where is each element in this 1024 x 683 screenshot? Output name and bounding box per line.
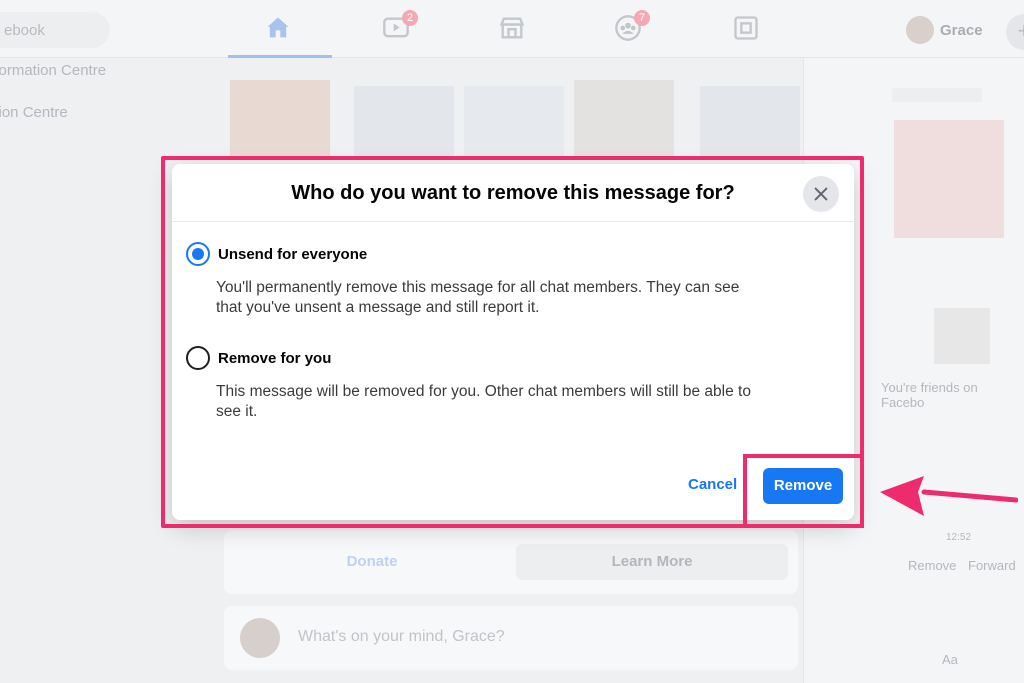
watch-badge: 2: [402, 10, 418, 26]
donate-button[interactable]: Donate: [234, 544, 510, 580]
learn-more-button[interactable]: Learn More: [516, 544, 788, 580]
option-description-line: see it.: [216, 403, 258, 420]
story-thumbnail[interactable]: [230, 80, 330, 160]
option-description-line: that you've unsent a message and still r…: [216, 299, 540, 316]
profile-name: Grace: [940, 21, 983, 39]
groups-icon[interactable]: 7: [614, 10, 650, 42]
groups-badge: 7: [634, 10, 650, 26]
marketplace-icon[interactable]: [498, 14, 530, 42]
composer-placeholder: What's on your mind, Grace?: [298, 628, 505, 645]
option-description-line: You'll permanently remove this message f…: [216, 279, 740, 296]
post-card: Donate Learn More: [224, 530, 798, 594]
forward-action[interactable]: Forward: [968, 558, 1016, 573]
chat-time: 12:52: [946, 532, 972, 543]
dialog-title: Who do you want to remove this message f…: [291, 182, 735, 204]
cancel-button[interactable]: Cancel: [688, 476, 737, 493]
sidebar-item-information-centre-2[interactable]: ation Centre: [0, 104, 68, 121]
chat-image[interactable]: [894, 120, 1004, 238]
close-button[interactable]: [803, 176, 839, 212]
chat-header-text: [892, 88, 982, 102]
search-text: ebook: [4, 22, 45, 39]
message-input-placeholder[interactable]: Aa: [942, 652, 958, 667]
remove-message-dialog: Who do you want to remove this message f…: [172, 164, 854, 520]
option-label[interactable]: Unsend for everyone: [218, 246, 367, 263]
remove-button[interactable]: Remove: [763, 468, 843, 504]
avatar: [934, 308, 990, 364]
radio-unsend-for-everyone[interactable]: [186, 242, 210, 266]
watch-icon[interactable]: 2: [382, 10, 418, 42]
story-thumbnail[interactable]: [700, 86, 800, 156]
home-icon[interactable]: [264, 14, 296, 42]
sidebar-item-information-centre-1[interactable]: nformation Centre: [0, 62, 106, 79]
arrow-icon: [880, 476, 1018, 516]
profile-chip[interactable]: Grace: [906, 14, 996, 46]
remove-action[interactable]: Remove: [908, 558, 956, 573]
option-label[interactable]: Remove for you: [218, 350, 331, 367]
story-thumbnail[interactable]: [464, 86, 564, 156]
create-button[interactable]: +: [1006, 14, 1024, 50]
avatar: [906, 16, 934, 44]
radio-remove-for-you[interactable]: [186, 346, 210, 370]
search-bar[interactable]: ebook: [0, 12, 110, 48]
story-thumbnail[interactable]: [574, 80, 674, 160]
avatar: [240, 618, 280, 658]
story-thumbnail[interactable]: [354, 86, 454, 156]
dialog-header: Who do you want to remove this message f…: [172, 164, 854, 222]
option-description-line: This message will be removed for you. Ot…: [216, 383, 751, 400]
gaming-icon[interactable]: [732, 14, 764, 42]
active-tab-indicator: [228, 55, 332, 58]
friends-text: You're friends on Facebo: [881, 380, 978, 410]
close-icon: [814, 187, 828, 201]
post-composer[interactable]: What's on your mind, Grace?: [224, 606, 798, 670]
top-navigation-bar: ebook 2 7 Grace +: [0, 0, 1024, 58]
